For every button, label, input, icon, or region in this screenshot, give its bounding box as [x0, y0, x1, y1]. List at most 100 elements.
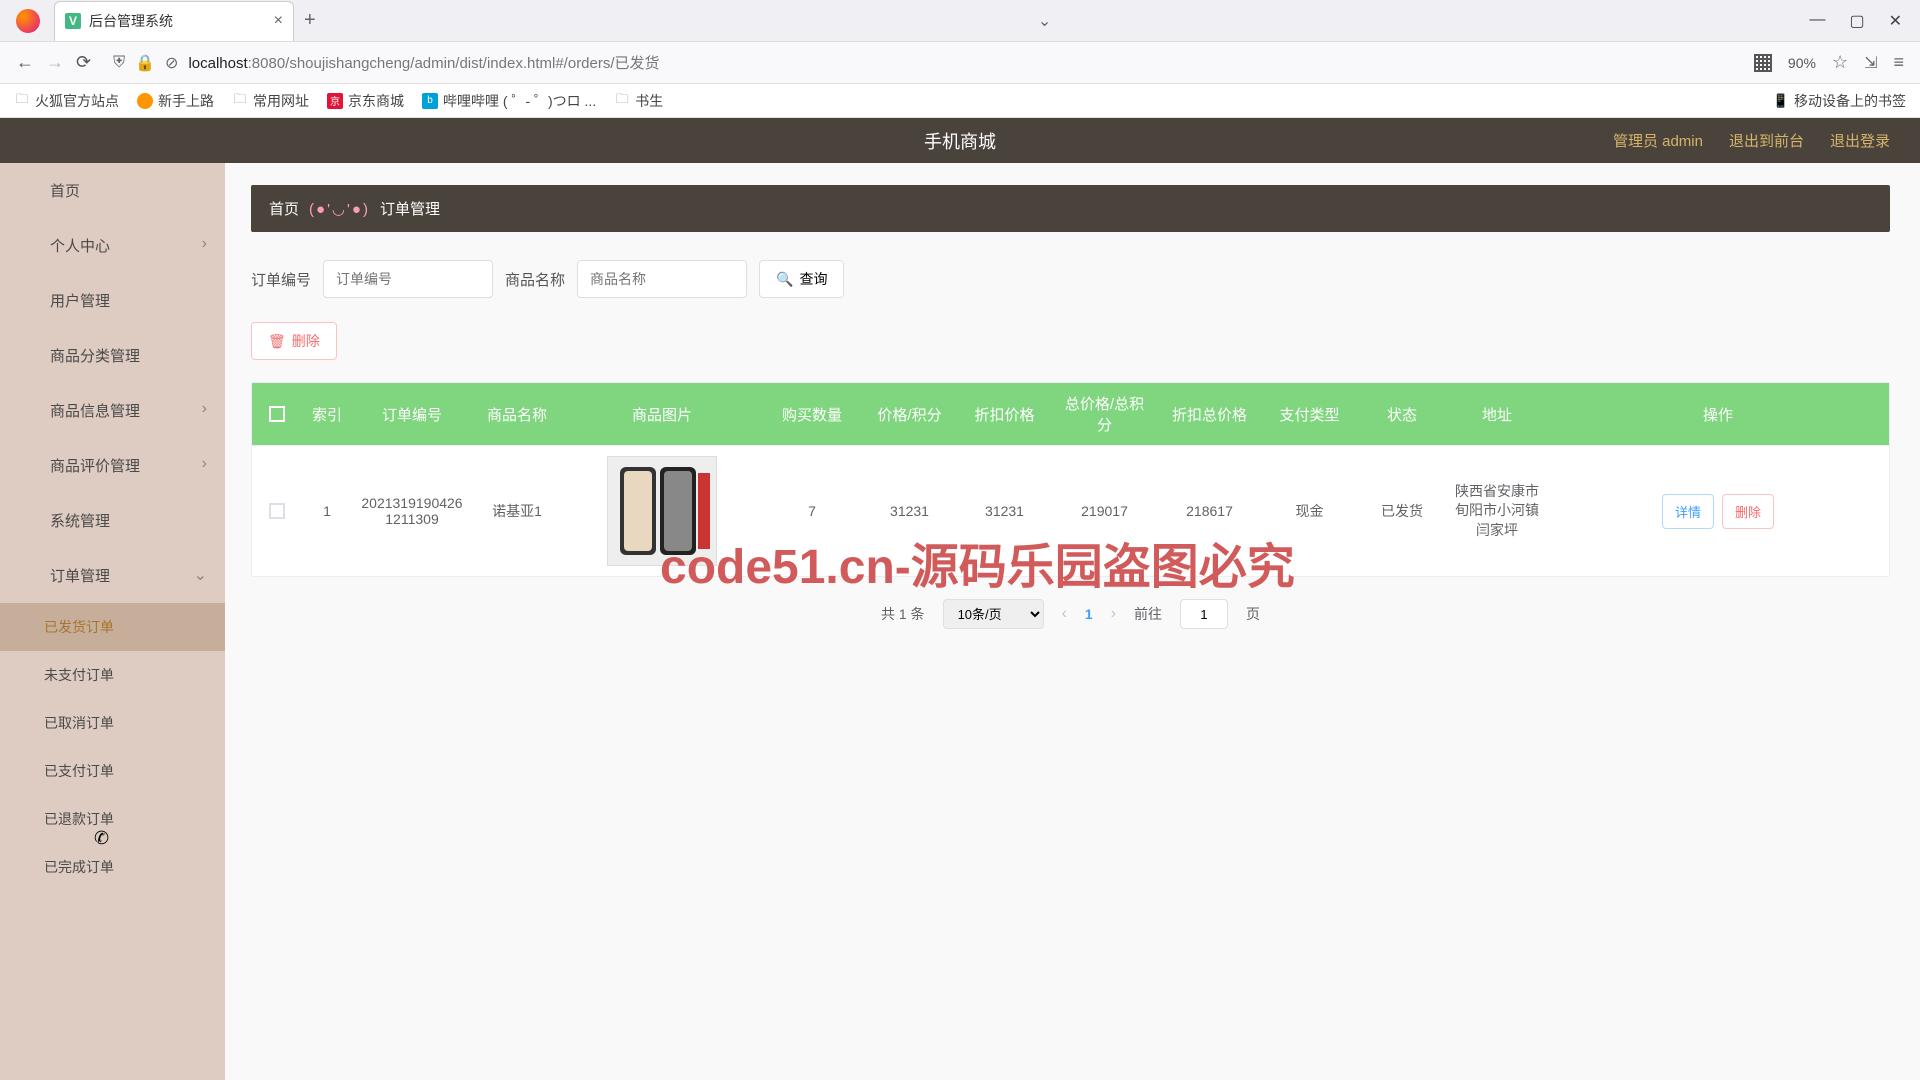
search-button-label: 查询: [799, 269, 827, 289]
sidebar-sub-shipped[interactable]: 已发货订单: [0, 603, 225, 651]
bookmark-mobile[interactable]: 📱移动设备上的书签: [1773, 91, 1906, 111]
order-no-label: 订单编号: [251, 269, 311, 290]
table-row: 1 20213191904261211309 诺基亚1 7 31231 3123…: [252, 445, 1889, 576]
th-product-name: 商品名称: [472, 383, 562, 445]
browser-tab[interactable]: V 后台管理系统 ×: [54, 1, 294, 41]
cell-total-price: 219017: [1052, 446, 1157, 576]
logout-link[interactable]: 退出登录: [1830, 130, 1890, 151]
close-tab-icon[interactable]: ×: [274, 12, 283, 30]
next-page-button[interactable]: ›: [1111, 605, 1116, 623]
lock-icon[interactable]: 🔒: [135, 53, 155, 73]
sidebar-item-personal[interactable]: 个人中心: [0, 218, 225, 273]
sidebar-item-review[interactable]: 商品评价管理: [0, 438, 225, 493]
bilibili-icon: b: [422, 93, 438, 109]
new-tab-button[interactable]: +: [304, 9, 316, 32]
cell-operations: 详情 删除: [1547, 446, 1889, 576]
product-name-input[interactable]: [577, 260, 747, 298]
bookmark-common[interactable]: 🗀常用网址: [232, 91, 309, 111]
zoom-level[interactable]: 90%: [1788, 55, 1816, 71]
th-orderno: 订单编号: [352, 383, 472, 445]
app-header: 手机商城 管理员 admin 退出到前台 退出登录: [0, 118, 1920, 163]
extension-icon[interactable]: ⇲: [1864, 53, 1877, 73]
page-suffix-label: 页: [1246, 604, 1260, 624]
sidebar: 首页 个人中心 用户管理 商品分类管理 商品信息管理 商品评价管理 系统管理 订…: [0, 163, 225, 1080]
cell-status: 已发货: [1357, 446, 1447, 576]
back-button[interactable]: ←: [16, 52, 34, 73]
orders-table: 索引 订单编号 商品名称 商品图片 购买数量 价格/积分 折扣价格 总价格/总积…: [251, 382, 1890, 577]
minimize-button[interactable]: —: [1809, 11, 1825, 31]
permissions-icon[interactable]: ⊘: [165, 53, 178, 73]
cell-discount: 31231: [957, 446, 1052, 576]
prev-page-button[interactable]: ‹: [1062, 605, 1067, 623]
browser-tab-bar: V 后台管理系统 × + ⌄ — ▢ ✕: [0, 0, 1920, 42]
maximize-button[interactable]: ▢: [1849, 11, 1864, 31]
bookmark-firefox[interactable]: 🗀火狐官方站点: [14, 91, 119, 111]
page-number[interactable]: 1: [1085, 606, 1093, 622]
breadcrumb-home[interactable]: 首页: [269, 198, 299, 219]
firefox-small-icon: [137, 93, 153, 109]
qr-icon[interactable]: [1754, 54, 1772, 72]
jd-icon: 京: [327, 93, 343, 109]
sidebar-sub-paid[interactable]: 已支付订单: [0, 747, 225, 795]
url-text: localhost:8080/shoujishangcheng/admin/di…: [188, 52, 659, 73]
th-quantity: 购买数量: [762, 383, 862, 445]
sidebar-item-user[interactable]: 用户管理: [0, 273, 225, 328]
bookmark-star-icon[interactable]: ☆: [1832, 52, 1848, 73]
address-bar: ← → ⟳ ⛨ 🔒 ⊘ localhost:8080/shoujishangch…: [0, 42, 1920, 84]
row-delete-button[interactable]: 删除: [1722, 494, 1774, 529]
reload-button[interactable]: ⟳: [76, 52, 91, 73]
th-pay-type: 支付类型: [1262, 383, 1357, 445]
sidebar-item-category[interactable]: 商品分类管理: [0, 328, 225, 383]
th-total-discount: 折扣总价格: [1157, 383, 1262, 445]
folder-icon: 🗀: [14, 93, 30, 109]
cell-address: 陕西省安康市旬阳市小河镇闫家坪: [1447, 446, 1547, 576]
forward-button[interactable]: →: [46, 52, 64, 73]
row-checkbox[interactable]: [269, 503, 285, 519]
tab-title: 后台管理系统: [89, 11, 266, 31]
trash-icon: 🗑: [268, 333, 286, 350]
bookmark-jd[interactable]: 京京东商城: [327, 91, 404, 111]
menu-icon[interactable]: ≡: [1893, 52, 1904, 73]
th-discount: 折扣价格: [957, 383, 1052, 445]
select-all-checkbox[interactable]: [269, 406, 285, 422]
close-window-button[interactable]: ✕: [1889, 11, 1902, 31]
folder-icon: 🗀: [232, 93, 248, 109]
sidebar-sub-unpaid[interactable]: 未支付订单: [0, 651, 225, 699]
sidebar-sub-cancelled[interactable]: 已取消订单: [0, 699, 225, 747]
sidebar-item-system[interactable]: 系统管理: [0, 493, 225, 548]
app-title: 手机商城: [924, 128, 996, 154]
product-image: [607, 456, 717, 566]
tabs-dropdown-icon[interactable]: ⌄: [1038, 11, 1051, 31]
to-frontend-link[interactable]: 退出到前台: [1729, 130, 1804, 151]
cell-product-image: [562, 446, 762, 576]
firefox-icon: [16, 9, 40, 33]
breadcrumb: 首页 (●'◡'●) 订单管理: [251, 185, 1890, 232]
bookmark-shusheng[interactable]: 🗀书生: [614, 91, 663, 111]
content-area: 首页 (●'◡'●) 订单管理 订单编号 商品名称 🔍 查询 🗑 删除 索引 订…: [225, 163, 1920, 1080]
page-size-select[interactable]: 10条/页: [943, 599, 1044, 629]
sidebar-item-home[interactable]: 首页: [0, 163, 225, 218]
sidebar-item-order[interactable]: 订单管理: [0, 548, 225, 603]
breadcrumb-emoji: (●'◡'●): [309, 200, 370, 218]
bookmark-bilibili[interactable]: b哔哩哔哩 ( ゜- ゜)つロ ...: [422, 91, 596, 111]
search-button[interactable]: 🔍 查询: [759, 260, 844, 298]
bookmark-newbie[interactable]: 新手上路: [137, 91, 214, 111]
th-status: 状态: [1357, 383, 1447, 445]
batch-delete-button[interactable]: 🗑 删除: [251, 322, 337, 360]
shield-icon[interactable]: ⛨: [113, 54, 125, 72]
url-box[interactable]: ⛨ 🔒 ⊘ localhost:8080/shoujishangcheng/ad…: [103, 52, 1742, 73]
th-index: 索引: [302, 383, 352, 445]
pagination-total: 共 1 条: [881, 604, 925, 624]
admin-label[interactable]: 管理员 admin: [1613, 130, 1703, 151]
order-no-input[interactable]: [323, 260, 493, 298]
th-price-points: 价格/积分: [862, 383, 957, 445]
sidebar-sub-done[interactable]: 已完成订单: [0, 843, 225, 891]
breadcrumb-current: 订单管理: [380, 198, 440, 219]
sidebar-sub-refunded[interactable]: 已退款订单: [0, 795, 225, 843]
sidebar-item-product[interactable]: 商品信息管理: [0, 383, 225, 438]
cell-price: 31231: [862, 446, 957, 576]
th-total-price: 总价格/总积分: [1052, 383, 1157, 445]
jump-page-input[interactable]: [1180, 599, 1228, 629]
detail-button[interactable]: 详情: [1662, 494, 1714, 529]
cell-total-discount: 218617: [1157, 446, 1262, 576]
